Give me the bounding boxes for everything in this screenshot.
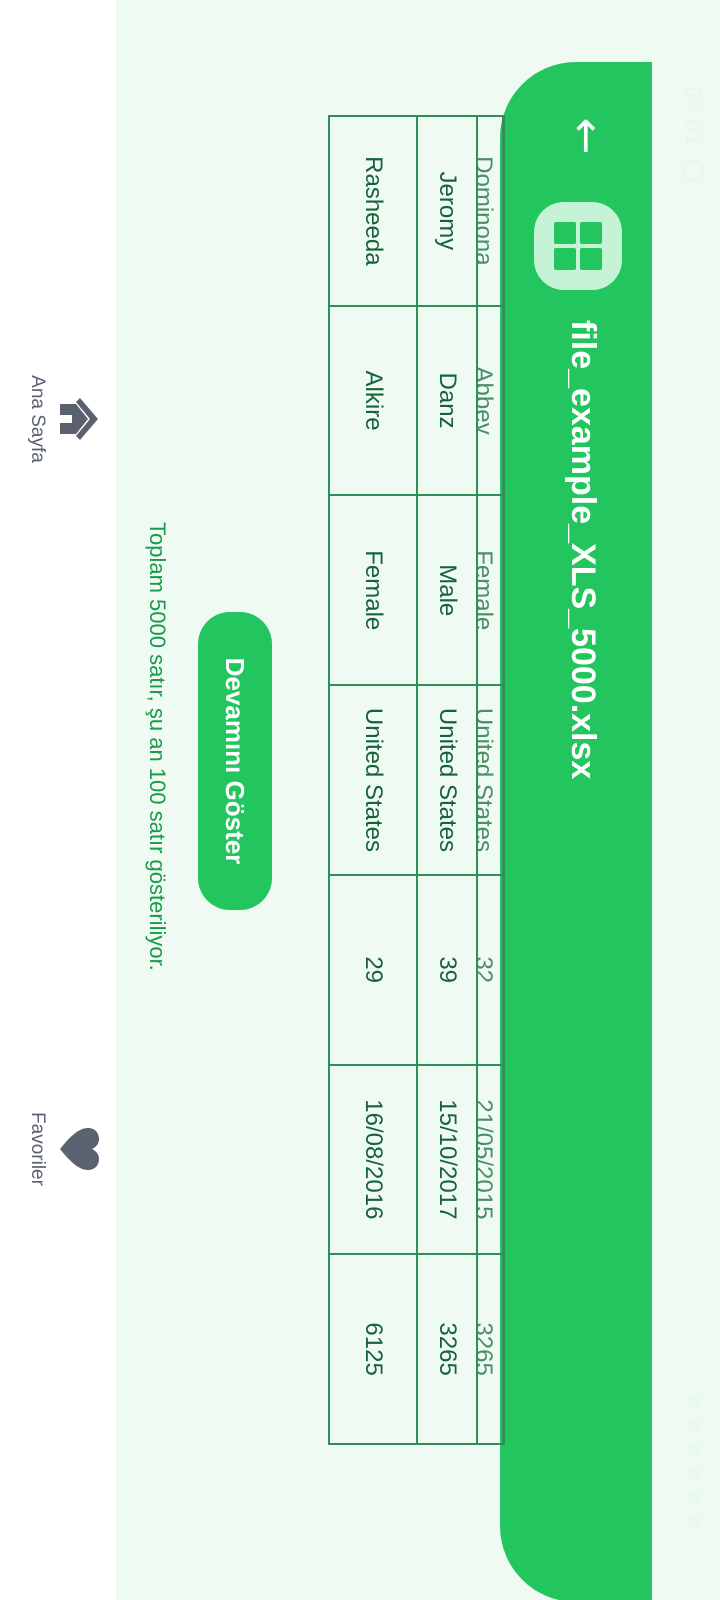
heart-icon [60,1128,99,1170]
status-bar: 03:01 [664,0,720,1600]
bottom-nav: Ana Sayfa Favoriler [0,0,116,1600]
table-row: Jeromy Danz Male United States 39 15/10/2017 3… [417,116,477,1444]
nfc-icon [687,1395,701,1409]
system-icons [684,1395,704,1585]
page-title: file_example_XLS_5000.xlsx [564,320,602,780]
wifi-icon [687,1443,701,1457]
nav-favorites-label: Favoriler [27,1112,48,1186]
table-cell: 16/08/2016 [329,1064,417,1255]
alarm-icon [682,160,704,182]
table-row: Rasheeda Alkire Female United States 29 16/08… [329,116,417,1444]
table-cell: United States [329,685,417,875]
home-icon [60,398,98,440]
table-cell: 6125 [329,1254,417,1444]
app-header: ← file_example_XLS_5000.xlsx [500,62,652,1600]
table-cell: Rasheeda [329,116,417,306]
table-cell: Male [417,495,477,686]
app-screen: 03:01 ← file_example_XLS_5000.xlsx Domin… [0,0,720,1600]
vibrate-icon [687,1419,701,1433]
table-cell: Danz [417,305,477,496]
table-cell: Female [477,495,504,686]
table-cell: Alkire [329,305,417,496]
table-cell: 21/05/2015 [477,1064,504,1255]
grid-icon [534,202,622,290]
table-cell: 39 [417,874,477,1065]
nav-favorites[interactable]: Favoriler [26,1064,100,1234]
table-cell: United States [477,685,504,875]
table-cell: 29 [329,874,417,1065]
table-cell: Female [329,495,417,686]
table-cell: Dominona [477,116,504,306]
status-time: 03:01 [681,86,706,147]
nav-home[interactable]: Ana Sayfa [26,334,100,504]
table-cell: 32 [477,874,504,1065]
signal-icon [687,1467,701,1481]
table-cell: Jeromy [417,116,477,306]
battery-icon [687,1515,701,1529]
table-row-partial: Dominona Abbey Female United States 32 21/05/… [477,116,504,1444]
arrow-left-icon[interactable]: ← [561,114,612,158]
table-cell: 15/10/2017 [417,1064,477,1255]
table-cell: Abbey [477,305,504,496]
table-cell: United States [417,685,477,875]
nav-home-label: Ana Sayfa [27,375,48,463]
row-summary: Toplam 5000 satır, şu an 100 satır göste… [145,522,170,971]
table-cell: 3265 [477,1254,504,1444]
signal-icon [687,1491,701,1505]
show-more-button[interactable]: Devamını Göster [198,612,272,910]
table-cell: 3265 [417,1254,477,1444]
